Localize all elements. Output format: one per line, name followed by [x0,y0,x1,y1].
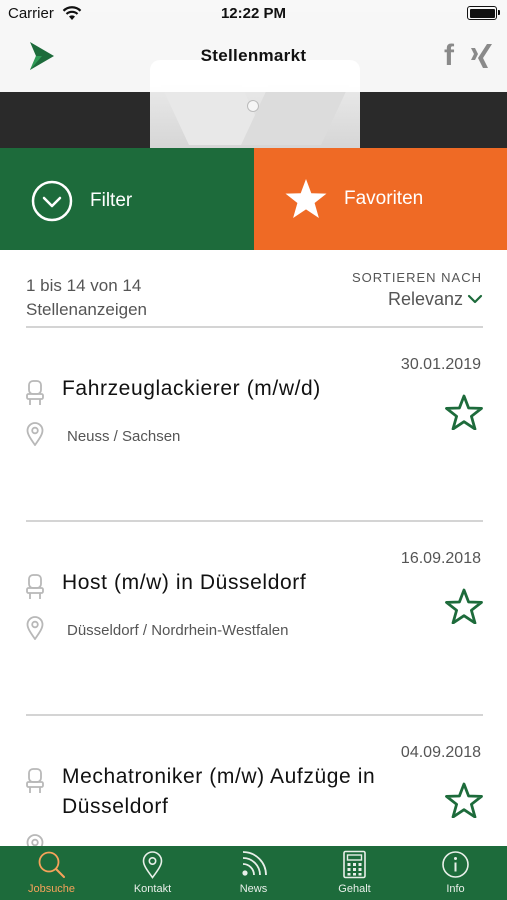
calculator-icon [343,850,366,879]
seat-icon [26,768,44,793]
page-title: Stellenmarkt [200,46,307,65]
tab-jobsuche[interactable]: Jobsuche [1,846,102,900]
seat-icon [26,574,44,599]
job-list-item[interactable]: 16.09.2018 Host (m/w) in Düsseldorf Düss… [0,532,507,726]
divider [26,326,483,328]
xing-icon[interactable] [468,42,494,70]
location-pin-icon [26,422,44,446]
job-location: Düsseldorf / Nordrhein-Westfalen [67,622,289,639]
status-bar: Carrier 12:22 PM [0,0,507,28]
clock: 12:22 PM [220,5,287,22]
result-count-line: 1 bis 14 von 14 [26,276,142,295]
chevron-circle-icon [31,180,73,222]
job-title[interactable]: Host (m/w) in Düsseldorf [62,568,422,598]
divider [26,520,483,522]
sort-caption: SORTIEREN NACH [351,270,482,285]
tab-label: News [239,883,268,895]
result-count-caption: Stellenanzeigen [26,300,147,319]
favorites-label: Favoriten [344,188,424,209]
job-title[interactable]: Mechatroniker (m/w) Aufzüge in Düsseldor… [62,762,422,822]
battery-icon [467,6,500,20]
tab-label: Gehalt [338,883,371,895]
location-pin-icon [142,851,163,879]
tab-news[interactable]: News [203,846,304,900]
search-icon [38,851,65,878]
tab-label: Jobsuche [27,883,76,895]
facebook-icon[interactable]: f [444,40,454,72]
filter-label: Filter [90,190,133,211]
divider [26,714,483,716]
favorite-star-icon[interactable] [445,782,483,818]
tab-bar: Jobsuche Kontakt News Gehalt Info [0,846,507,900]
tab-gehalt[interactable]: Gehalt [304,846,405,900]
tab-kontakt[interactable]: Kontakt [102,846,203,900]
chevron-down-icon[interactable] [467,293,483,305]
sort-dropdown[interactable]: Relevanz [388,289,463,310]
job-date: 04.09.2018 [400,744,481,761]
info-icon [442,851,469,878]
seat-icon [26,380,44,405]
rss-icon [242,851,267,876]
star-icon [285,179,327,218]
job-date: 30.01.2019 [400,356,481,373]
job-location: Neuss / Sachsen [67,428,181,445]
job-title[interactable]: Fahrzeuglackierer (m/w/d) [62,374,422,404]
job-list-item[interactable]: 30.01.2019 Fahrzeuglackierer (m/w/d) Neu… [0,338,507,532]
result-count: 1 bis 14 von 14 Stellenanzeigen [26,274,226,322]
tab-label: Info [446,883,465,895]
location-pin-icon [26,616,44,640]
tab-info[interactable]: Info [405,846,506,900]
job-date: 16.09.2018 [400,550,481,567]
favorite-star-icon[interactable] [445,394,483,430]
favorite-star-icon[interactable] [445,588,483,624]
tab-label: Kontakt [133,883,172,895]
